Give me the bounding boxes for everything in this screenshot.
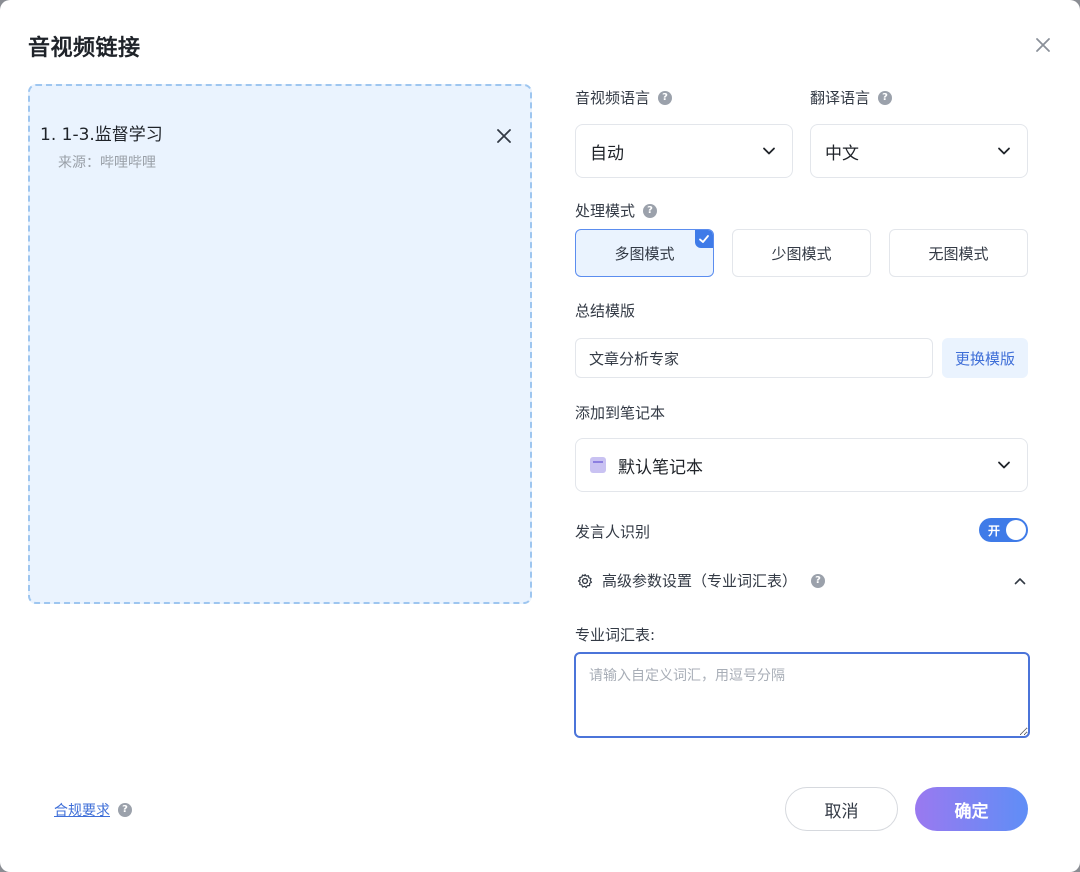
mode-option-label: 多图模式 <box>614 244 675 263</box>
compliance-link[interactable]: 合规要求 <box>54 800 110 820</box>
translate-language-value: 中文 <box>825 143 859 164</box>
help-icon[interactable]: ? <box>878 90 893 105</box>
help-icon[interactable]: ? <box>118 803 132 817</box>
close-icon[interactable] <box>1032 34 1054 56</box>
speaker-label-text: 发言人识别 <box>575 523 651 541</box>
advanced-settings-header[interactable]: 高级参数设置（专业词汇表） ? <box>577 570 826 591</box>
link-list-area: 1. 1-3.监督学习 来源：哔哩哔哩 <box>28 84 532 604</box>
help-icon[interactable]: ? <box>811 573 826 588</box>
translate-language-select[interactable]: 中文 <box>810 124 1028 178</box>
av-language-label: 音视频语言 ? <box>575 87 673 108</box>
chevron-down-icon <box>998 147 1010 155</box>
mode-label-text: 处理模式 <box>575 202 636 220</box>
template-value: 文章分析专家 <box>589 349 680 368</box>
help-icon[interactable]: ? <box>643 203 658 218</box>
notebook-label-text: 添加到笔记本 <box>575 404 666 422</box>
dialog: 音视频链接 1. 1-3.监督学习 来源：哔哩哔哩 音视频语言 ? 自动 翻译语… <box>0 0 1080 872</box>
gear-icon <box>577 573 593 588</box>
mode-option-multi-image[interactable]: 多图模式 <box>575 229 714 277</box>
item-title: 1. 1-3.监督学习 <box>40 125 163 145</box>
mode-option-label: 无图模式 <box>928 244 989 263</box>
mode-option-no-image[interactable]: 无图模式 <box>889 229 1028 277</box>
template-label-text: 总结模版 <box>575 302 636 320</box>
template-label: 总结模版 <box>575 300 635 321</box>
help-icon[interactable]: ? <box>658 90 673 105</box>
compliance-link-group: 合规要求 ? <box>54 800 132 820</box>
dialog-title: 音视频链接 <box>28 36 141 61</box>
speaker-label: 发言人识别 <box>575 521 650 542</box>
toggle-knob <box>1006 520 1026 540</box>
toggle-text: 开 <box>988 524 1001 538</box>
advanced-settings-label: 高级参数设置（专业词汇表） <box>602 572 798 590</box>
vocab-textarea[interactable] <box>574 652 1030 738</box>
notebook-select[interactable]: 默认笔记本 <box>575 438 1028 492</box>
cancel-button[interactable]: 取消 <box>785 787 898 831</box>
remove-item-icon[interactable] <box>496 128 512 144</box>
av-language-select[interactable]: 自动 <box>575 124 793 178</box>
notebook-icon <box>590 457 606 473</box>
av-language-label-text: 音视频语言 <box>575 89 651 107</box>
speaker-toggle[interactable]: 开 <box>979 518 1028 542</box>
template-field[interactable]: 文章分析专家 <box>575 338 933 378</box>
mode-option-few-image[interactable]: 少图模式 <box>732 229 871 277</box>
notebook-label: 添加到笔记本 <box>575 402 665 423</box>
mode-option-label: 少图模式 <box>771 244 832 263</box>
chevron-down-icon <box>763 147 775 155</box>
vocab-label-text: 专业词汇表: <box>575 626 656 644</box>
item-source: 来源：哔哩哔哩 <box>58 155 156 171</box>
chevron-up-icon[interactable] <box>1013 574 1027 588</box>
translate-language-label-text: 翻译语言 <box>810 89 871 107</box>
change-template-button[interactable]: 更换模版 <box>942 338 1028 378</box>
vocab-label: 专业词汇表: <box>575 624 655 645</box>
translate-language-label: 翻译语言 ? <box>810 87 893 108</box>
av-language-value: 自动 <box>590 143 624 164</box>
mode-label: 处理模式 ? <box>575 200 658 221</box>
chevron-down-icon <box>998 461 1010 469</box>
confirm-button[interactable]: 确定 <box>915 787 1028 831</box>
notebook-value: 默认笔记本 <box>618 457 703 478</box>
check-icon <box>695 230 713 248</box>
